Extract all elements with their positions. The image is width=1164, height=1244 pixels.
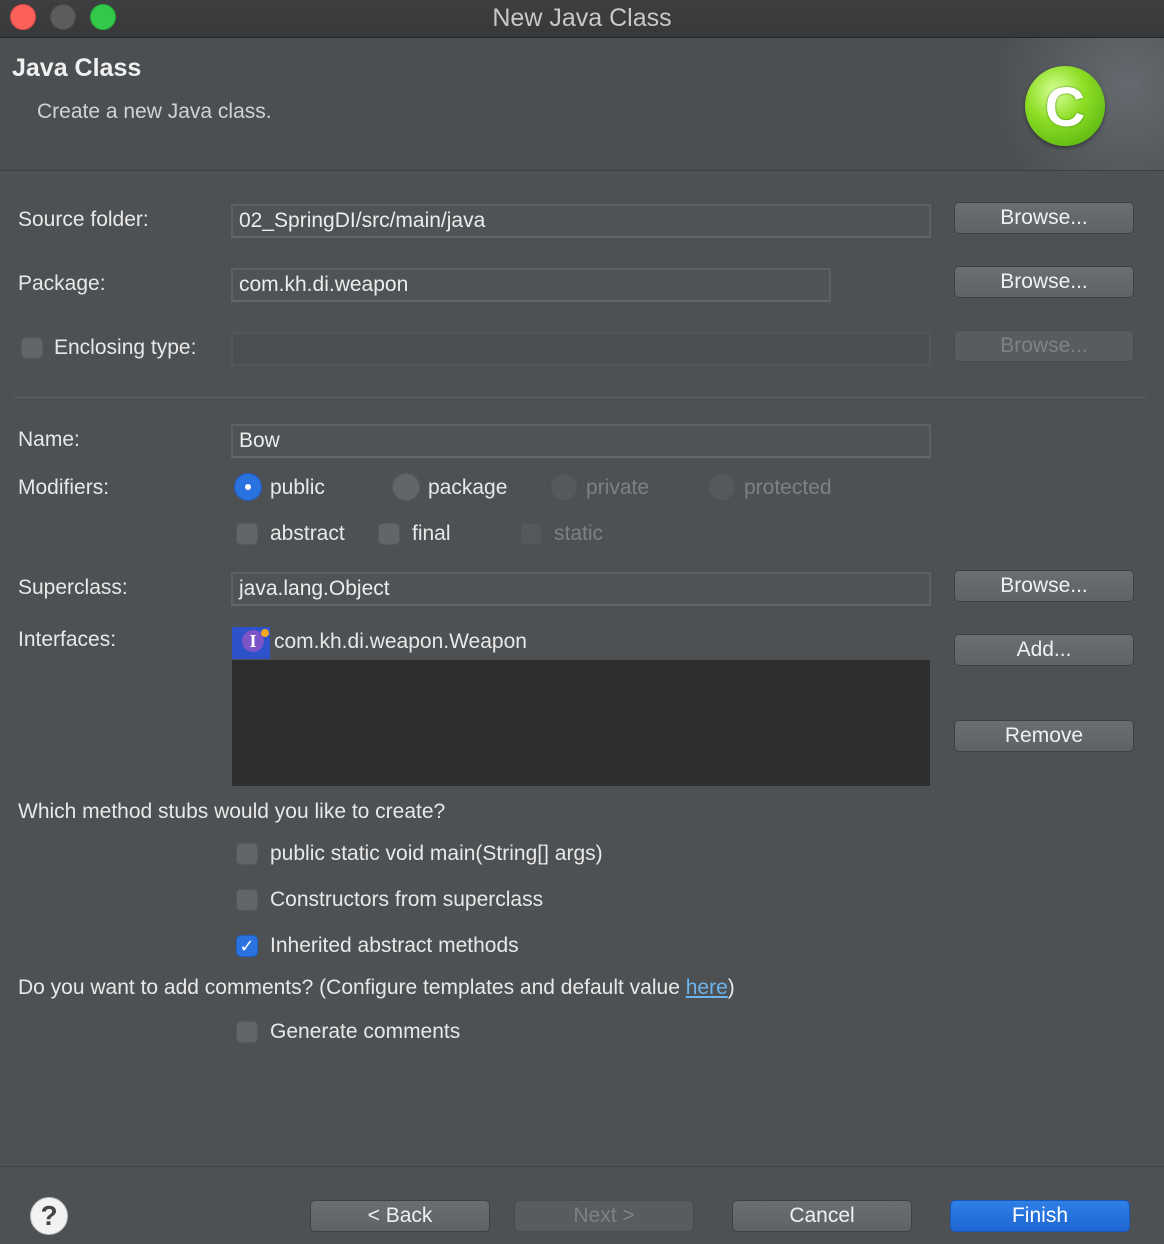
add-interface-button[interactable]: Add... — [954, 634, 1134, 666]
package-browse-button[interactable]: Browse... — [954, 266, 1134, 298]
remove-interface-button[interactable]: Remove — [954, 720, 1134, 752]
next-button: Next > — [514, 1200, 694, 1232]
comments-question: Do you want to add comments? (Configure … — [18, 976, 735, 1000]
modifier-protected-radio — [708, 473, 736, 501]
interfaces-list[interactable]: I com.kh.di.weapon.Weapon — [232, 624, 930, 786]
help-button[interactable]: ? — [30, 1197, 68, 1235]
modifier-package-label: package — [428, 476, 508, 499]
page-title: Java Class — [12, 54, 142, 82]
modifier-protected-label: protected — [744, 476, 832, 499]
stub-main-label: public static void main(String[] args) — [270, 842, 603, 865]
modifier-package-radio[interactable] — [392, 473, 420, 501]
cancel-button[interactable]: Cancel — [732, 1200, 912, 1232]
comments-question-end: ) — [727, 976, 735, 999]
package-label: Package: — [18, 272, 106, 295]
source-folder-browse-button[interactable]: Browse... — [954, 202, 1134, 234]
superclass-field[interactable]: java.lang.Object — [231, 572, 931, 606]
modifier-static-label: static — [554, 522, 604, 545]
modifier-private-label: private — [586, 476, 650, 499]
interface-name: com.kh.di.weapon.Weapon — [274, 630, 527, 653]
modifier-final-label: final — [412, 522, 451, 545]
footer-separator — [0, 1166, 1164, 1167]
interfaces-label: Interfaces: — [18, 628, 117, 651]
source-folder-label: Source folder: — [18, 208, 149, 231]
package-field[interactable]: com.kh.di.weapon — [231, 268, 831, 302]
enclosing-type-field — [231, 332, 931, 366]
enclosing-type-browse-button: Browse... — [954, 330, 1134, 362]
enclosing-type-checkbox[interactable] — [21, 337, 43, 359]
modifier-final-checkbox[interactable] — [378, 523, 400, 545]
modifier-public-label: public — [270, 476, 325, 499]
modifier-public-radio[interactable] — [234, 473, 262, 501]
superclass-label: Superclass: — [18, 576, 128, 599]
separator — [14, 397, 1146, 398]
finish-button[interactable]: Finish — [950, 1200, 1130, 1232]
modifiers-label: Modifiers: — [18, 476, 110, 499]
java-class-icon: C — [1025, 66, 1105, 146]
source-folder-field[interactable]: 02_SpringDI/src/main/java — [231, 204, 931, 238]
title-bar: New Java Class — [0, 0, 1164, 38]
configure-templates-link[interactable]: here — [686, 976, 728, 999]
name-field[interactable]: Bow — [231, 424, 931, 458]
stub-constructors-checkbox[interactable] — [236, 889, 258, 911]
comments-question-text: Do you want to add comments? (Configure … — [18, 976, 686, 999]
page-description: Create a new Java class. — [37, 100, 272, 123]
generate-comments-label: Generate comments — [270, 1020, 461, 1043]
modifier-abstract-checkbox[interactable] — [236, 523, 258, 545]
window-title: New Java Class — [492, 4, 672, 32]
interface-icon: I — [232, 627, 270, 659]
modifier-static-checkbox — [520, 523, 542, 545]
method-stubs-question: Which method stubs would you like to cre… — [18, 800, 446, 823]
modifier-private-radio — [550, 473, 578, 501]
stub-constructors-label: Constructors from superclass — [270, 888, 544, 911]
name-label: Name: — [18, 428, 80, 451]
stub-main-checkbox[interactable] — [236, 843, 258, 865]
back-button[interactable]: < Back — [310, 1200, 490, 1232]
list-item[interactable]: I com.kh.di.weapon.Weapon — [232, 624, 930, 660]
wizard-banner: Java Class Create a new Java class. C — [0, 38, 1164, 171]
modifier-abstract-label: abstract — [270, 522, 345, 545]
stub-inherited-checkbox[interactable]: ✓ — [236, 935, 258, 957]
generate-comments-checkbox[interactable] — [236, 1021, 258, 1043]
enclosing-type-label: Enclosing type: — [54, 336, 197, 359]
stub-inherited-label: Inherited abstract methods — [270, 934, 519, 957]
superclass-browse-button[interactable]: Browse... — [954, 570, 1134, 602]
